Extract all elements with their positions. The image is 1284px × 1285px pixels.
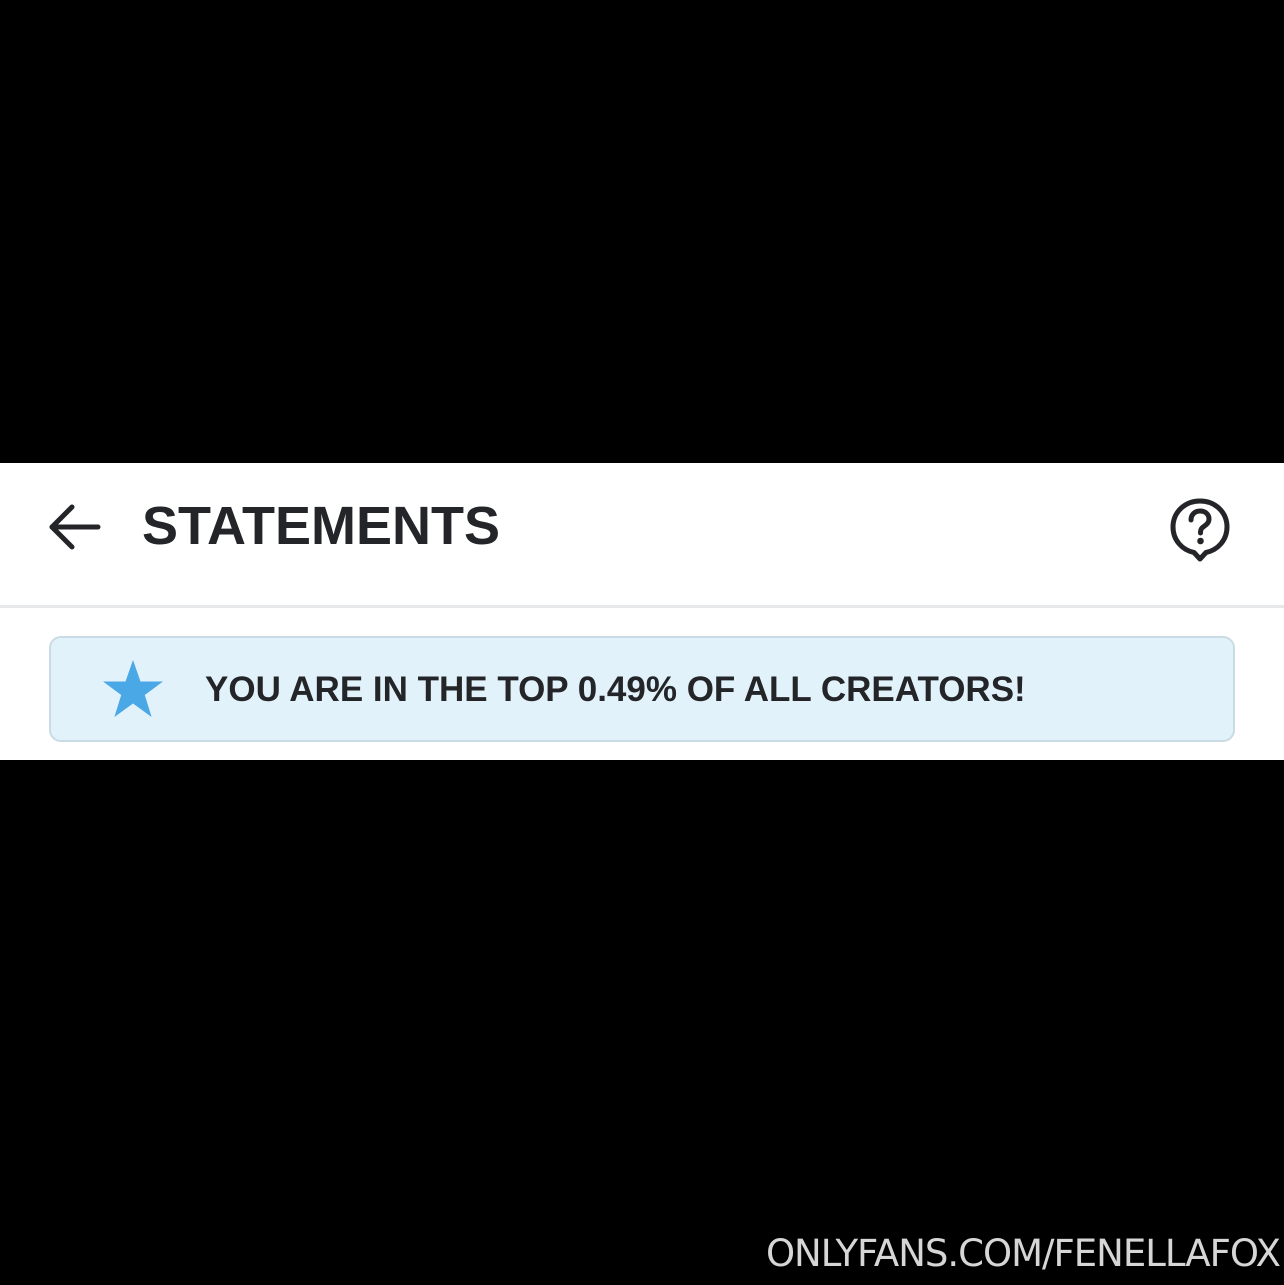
help-button[interactable] — [1168, 497, 1232, 563]
back-button[interactable] — [44, 499, 106, 555]
top-creator-banner: YOU ARE IN THE TOP 0.49% OF ALL CREATORS… — [49, 636, 1235, 742]
star-icon — [101, 658, 165, 722]
screenshot-canvas: STATEMENTS YOU ARE IN THE TOP 0.49% OF A… — [0, 0, 1284, 1285]
statements-panel: STATEMENTS YOU ARE IN THE TOP 0.49% OF A… — [0, 463, 1284, 760]
banner-message: YOU ARE IN THE TOP 0.49% OF ALL CREATORS… — [205, 670, 1026, 709]
page-title: STATEMENTS — [142, 496, 500, 556]
arrow-left-icon — [49, 504, 101, 550]
question-chat-bubble-icon — [1170, 498, 1230, 562]
watermark-text: ONLYFANS.COM/FENELLAFOX — [765, 1232, 1281, 1275]
page-header: STATEMENTS — [0, 463, 1284, 608]
